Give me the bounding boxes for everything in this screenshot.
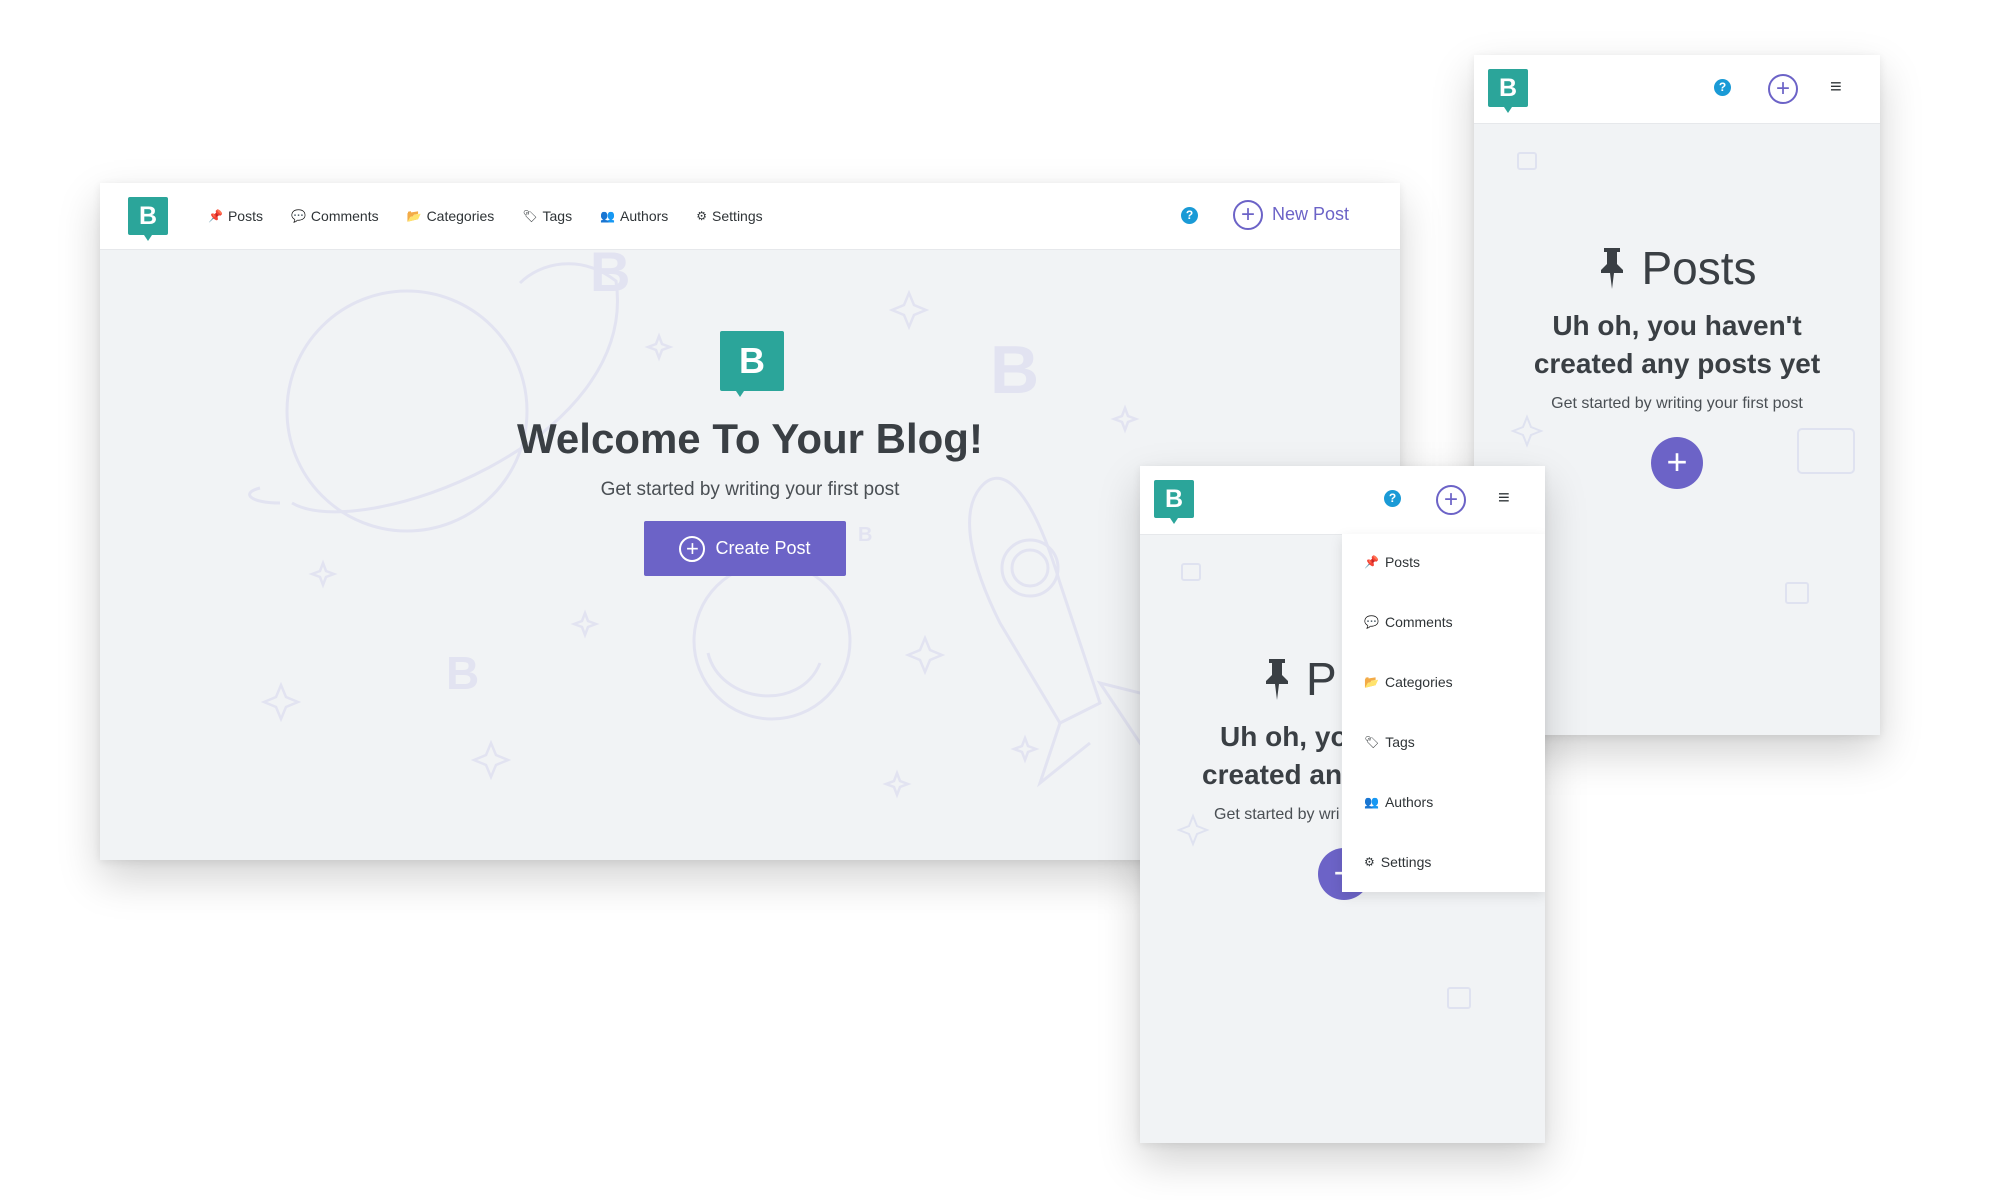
users-icon: 👥 — [1364, 795, 1379, 809]
help-icon[interactable]: ? — [1181, 207, 1198, 224]
nav-authors[interactable]: 👥 Authors — [600, 208, 668, 224]
dropdown-item-posts[interactable]: 📌 Posts — [1364, 554, 1420, 570]
dropdown-item-categories[interactable]: 📂 Categories — [1364, 674, 1453, 690]
empty-state-title: Uh oh, yo created an — [1202, 721, 1348, 790]
create-post-button[interactable]: + Create Post — [644, 521, 846, 576]
create-post-button[interactable]: + — [1651, 437, 1703, 489]
pin-icon — [1266, 659, 1288, 700]
logo[interactable]: B — [1154, 480, 1194, 524]
dropdown-item-authors[interactable]: 👥 Authors — [1364, 794, 1433, 810]
nav-categories[interactable]: 📂 Categories — [407, 208, 495, 224]
empty-state-subtitle: Get started by wri — [1214, 806, 1340, 823]
tags-icon: 🏷 — [522, 209, 538, 223]
help-icon[interactable]: ? — [1714, 79, 1731, 96]
main-nav: 📌 Posts 💬 Comments 📂 Categories 🏷 Tags 👥 Auth… — [208, 183, 763, 249]
new-post-icon[interactable]: + — [1436, 485, 1466, 515]
logo[interactable]: B — [1488, 69, 1528, 113]
comment-icon: 💬 — [290, 209, 306, 223]
nav-tags[interactable]: 🏷 Tags — [522, 208, 572, 224]
logo-watermark: B — [990, 332, 1039, 408]
dropdown-item-settings[interactable]: ⚙ Settings — [1364, 854, 1431, 870]
tags-icon: 🏷 — [1364, 735, 1380, 749]
new-post-link[interactable]: New Post — [1272, 204, 1349, 225]
gear-icon: ⚙ — [1364, 855, 1375, 869]
nav-posts[interactable]: 📌 Posts — [208, 208, 263, 224]
welcome-title: Welcome To Your Blog! — [517, 415, 983, 462]
comment-icon: 💬 — [1364, 615, 1379, 629]
dropdown-item-comments[interactable]: 💬 Comments — [1364, 614, 1453, 630]
welcome-logo: B — [720, 331, 784, 397]
menu-icon[interactable]: ≡ — [1830, 77, 1842, 97]
logo[interactable]: B — [128, 197, 168, 241]
empty-state-title: Uh oh, you haven't created any posts yet — [1533, 310, 1821, 379]
nav-comments[interactable]: 💬 Comments — [291, 208, 379, 224]
nav-dropdown: 📌 Posts 💬 Comments 📂 Categories 🏷 Tags 👥 Auth… — [1342, 534, 1545, 892]
help-icon[interactable]: ? — [1384, 490, 1401, 507]
new-post-icon[interactable]: + — [1233, 200, 1263, 230]
posts-heading: P — [1262, 652, 1337, 706]
users-icon: 👥 — [600, 209, 616, 223]
folder-icon: 📂 — [1364, 675, 1379, 689]
plus-circle-icon: + — [679, 535, 706, 562]
menu-icon[interactable]: ≡ — [1498, 488, 1510, 508]
posts-heading: Posts — [1474, 241, 1880, 295]
new-post-icon[interactable]: + — [1768, 74, 1798, 104]
pin-icon: 📌 — [208, 209, 223, 223]
pin-icon: 📌 — [1364, 555, 1379, 569]
nav-settings[interactable]: ⚙ Settings — [696, 208, 762, 224]
gear-icon: ⚙ — [696, 209, 708, 223]
empty-state-subtitle: Get started by writing your first post — [1551, 395, 1803, 412]
logo-watermark: B — [858, 524, 872, 546]
dropdown-item-tags[interactable]: 🏷 Tags — [1364, 734, 1415, 750]
mobile-window: B ? + ≡ P Uh oh, yo created an Get start… — [1140, 466, 1545, 1143]
pin-icon — [1601, 248, 1624, 289]
folder-icon: 📂 — [406, 209, 422, 223]
logo-watermark: B — [446, 647, 479, 699]
